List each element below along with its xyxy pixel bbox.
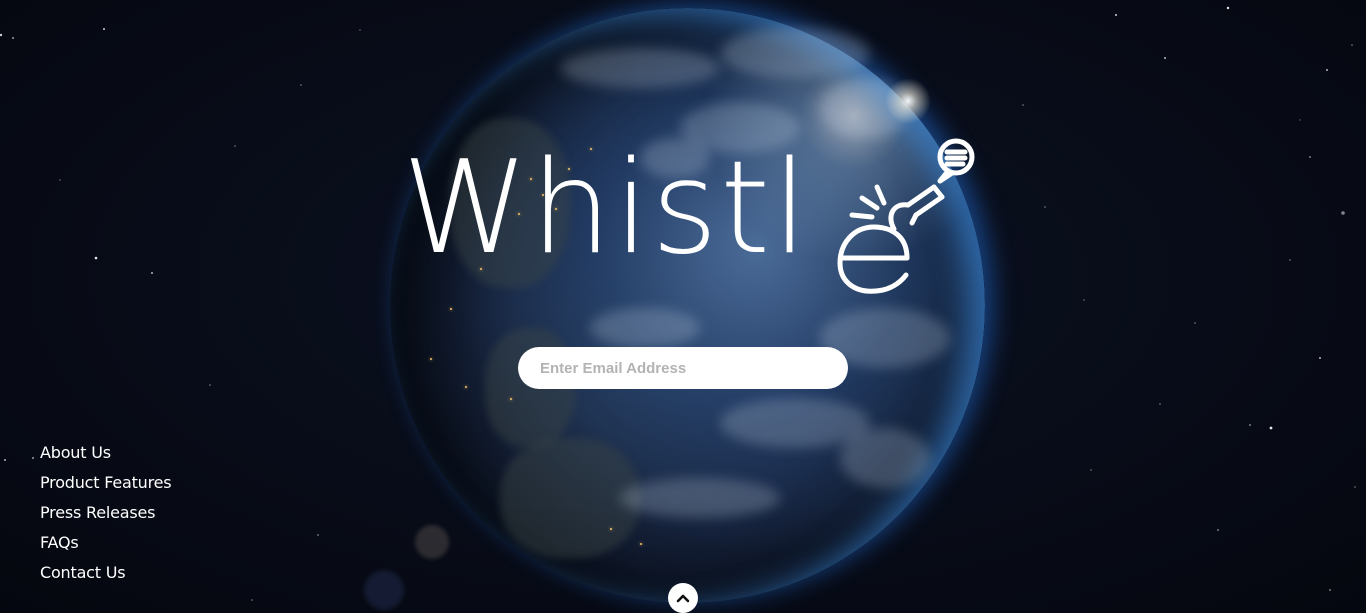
footer-nav-item-press: Press Releases xyxy=(40,500,171,530)
logo-wordmark: Whistl xyxy=(402,134,810,283)
whistle-logo: Whistl xyxy=(402,135,982,305)
footer-nav-item-contact: Contact Us xyxy=(40,560,171,590)
lens-flare xyxy=(364,570,404,610)
footer-nav-item-faqs: FAQs xyxy=(40,530,171,560)
product-features-link[interactable]: Product Features xyxy=(40,473,172,492)
footer-nav-item-about: About Us xyxy=(40,440,171,470)
footer-nav: About Us Product Features Press Releases… xyxy=(40,440,172,590)
whistle-chat-icon xyxy=(837,138,975,294)
faqs-link[interactable]: FAQs xyxy=(40,533,79,552)
footer-nav-item-features: Product Features xyxy=(40,470,172,500)
chevron-up-icon xyxy=(676,594,690,603)
hero-section: Whistl Enter Email Address About Us Prod… xyxy=(0,0,1366,613)
contact-us-link[interactable]: Contact Us xyxy=(40,563,126,582)
scroll-top-button[interactable] xyxy=(668,583,698,613)
press-releases-link[interactable]: Press Releases xyxy=(40,503,155,522)
email-input[interactable] xyxy=(518,347,848,389)
sun-flare xyxy=(885,78,931,124)
about-us-link[interactable]: About Us xyxy=(40,443,111,462)
lens-flare xyxy=(415,525,449,559)
